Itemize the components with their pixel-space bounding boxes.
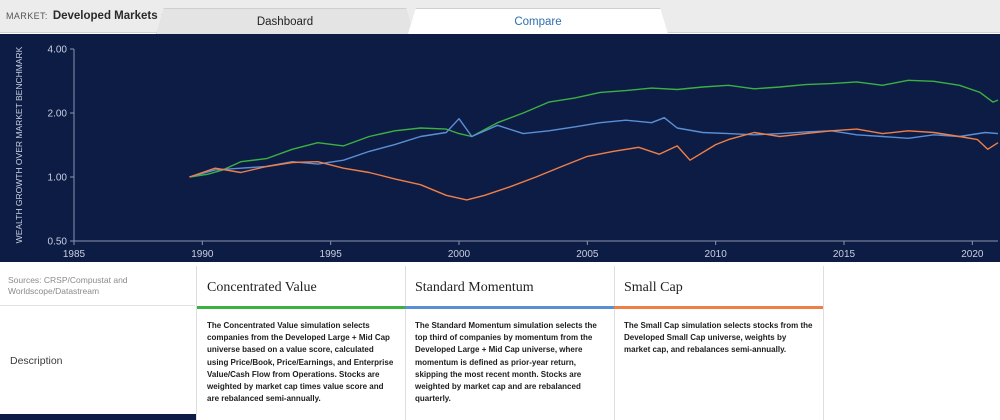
strategy-description: The Concentrated Value simulation select…	[207, 321, 394, 404]
strategy-card-concentrated-value: Concentrated Value The Concentrated Valu…	[196, 266, 406, 420]
y-tick-label: 4.00	[48, 45, 68, 56]
strategy-card-standard-momentum: Standard Momentum The Standard Momentum …	[405, 266, 615, 420]
chart-svg: 0.50 1.00 2.00 4.00 1985 1990 1995 2000 2005 2010…	[14, 45, 999, 260]
series-line-small-cap	[189, 128, 999, 201]
strategy-description: The Standard Momentum simulation selects…	[415, 321, 597, 404]
bottom-band	[0, 414, 196, 420]
x-tick-label: 1985	[63, 249, 86, 260]
x-tick-label: 2005	[576, 249, 599, 260]
market-value[interactable]: Developed Markets	[53, 10, 158, 22]
tab-dashboard[interactable]: Dashboard	[156, 8, 414, 34]
tab-compare[interactable]: Compare	[408, 8, 668, 34]
description-row-label: Description	[10, 355, 63, 367]
market-label: MARKET:	[6, 11, 48, 21]
x-tick-label: 1990	[191, 249, 214, 260]
sources-note: Sources: CRSP/Compustat and Worldscope/D…	[8, 275, 128, 296]
x-tick-label: 2020	[961, 249, 984, 260]
y-axis-label: WEALTH GROWTH OVER MARKET BENCHMARK	[14, 46, 24, 243]
x-tick-label: 2000	[448, 249, 471, 260]
x-tick-label: 2010	[705, 249, 728, 260]
x-tick-label: 1995	[320, 249, 343, 260]
strategy-description: The Small Cap simulation selects stocks …	[624, 321, 813, 355]
y-tick-label: 2.00	[48, 109, 68, 120]
y-tick-label: 0.50	[48, 237, 68, 248]
series-line-standard-momentum	[189, 117, 999, 178]
x-tick-label: 2015	[833, 249, 856, 260]
strategy-card-small-cap: Small Cap The Small Cap simulation selec…	[614, 266, 824, 420]
wealth-growth-chart: 0.50 1.00 2.00 4.00 1985 1990 1995 2000 2005 2010…	[0, 34, 1000, 262]
strategy-name: Concentrated Value	[207, 280, 317, 295]
divider	[0, 305, 195, 306]
market-selector[interactable]: MARKET: Developed Markets	[6, 9, 172, 22]
strategy-name: Small Cap	[624, 280, 683, 295]
strategy-name: Standard Momentum	[415, 280, 534, 295]
y-tick-label: 1.00	[48, 173, 68, 184]
